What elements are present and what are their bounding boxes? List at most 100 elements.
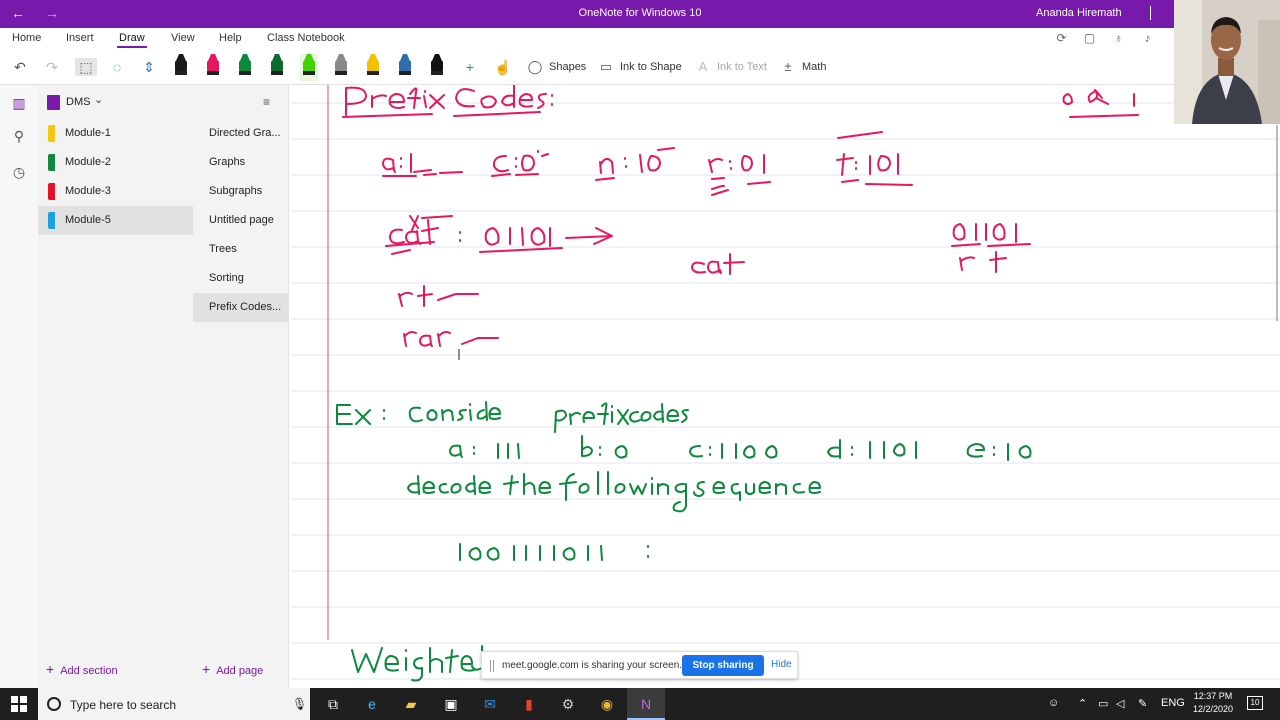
notification-count: 10 <box>1250 698 1260 707</box>
add-page-button[interactable]: + Add page <box>202 661 263 677</box>
sync-icon[interactable]: ⟳ <box>1055 32 1068 45</box>
page-label: Prefix Codes... <box>209 301 282 313</box>
ink-weighted <box>351 645 483 682</box>
chevron-down-icon[interactable]: ⌄ <box>94 93 103 106</box>
bell-icon[interactable]: ♪ <box>1141 32 1154 45</box>
section-item[interactable]: Module-5 <box>38 206 193 235</box>
tab-home[interactable]: Home <box>12 32 41 44</box>
ink-to-shape-button[interactable]: Ink to Shape <box>620 61 682 73</box>
taskbar-search-box[interactable]: Type here to search 🎙 <box>38 688 310 720</box>
page-item[interactable]: Trees <box>193 235 289 264</box>
sort-pages-icon[interactable]: ≡ <box>263 95 270 109</box>
settings-app-icon[interactable]: ⚙ <box>549 688 587 720</box>
battery-icon[interactable]: ▭ <box>1098 697 1108 710</box>
section-item[interactable]: Module-2 <box>38 148 193 177</box>
ink-code-n <box>599 147 675 174</box>
ink-rt <box>398 285 479 307</box>
windows-start-icon[interactable] <box>11 696 27 712</box>
gray-pen-icon[interactable] <box>332 54 350 81</box>
ink-decode <box>407 475 491 495</box>
ink-to-shape-icon[interactable]: ▭ <box>598 59 614 75</box>
notification-center-icon[interactable]: 10 <box>1247 696 1263 710</box>
ink-to-text-icon[interactable]: A <box>695 59 711 75</box>
math-button[interactable]: Math <box>802 61 826 73</box>
page-item[interactable]: Untitled page <box>193 206 289 235</box>
section-item[interactable]: Module-1 <box>38 119 193 148</box>
edge-icon[interactable]: e <box>353 688 391 720</box>
page-item[interactable]: Directed Gra... <box>193 119 289 148</box>
dark-green-pen-icon[interactable] <box>268 54 286 81</box>
onenote-taskbar-icon[interactable]: N <box>627 688 665 720</box>
mail-icon[interactable]: ✉ <box>471 688 509 720</box>
tab-insert[interactable]: Insert <box>66 32 94 44</box>
chrome-icon[interactable]: ◉ <box>588 688 626 720</box>
people-icon[interactable]: ☺ <box>1048 697 1059 709</box>
tab-view[interactable]: View <box>171 32 195 44</box>
shapes-button[interactable]: Shapes <box>549 61 586 73</box>
yellow-pen-icon[interactable] <box>364 54 382 81</box>
tab-help[interactable]: Help <box>219 32 242 44</box>
task-view-icon[interactable]: ⧉ <box>314 688 352 720</box>
blue-pen-icon[interactable] <box>396 54 414 81</box>
pink-ink <box>342 85 1139 347</box>
undo-icon[interactable]: ↶ <box>10 58 30 76</box>
notebook-icon[interactable]: ▢ <box>1083 32 1096 45</box>
onenote-window: ← → OneNote for Windows 10 Ananda Hirema… <box>0 0 1280 720</box>
notebooks-icon[interactable]: ▥ <box>9 93 29 113</box>
add-pen-icon[interactable]: + <box>460 58 480 76</box>
page-item[interactable]: Sorting <box>193 264 289 293</box>
section-item[interactable]: Module-3 <box>38 177 193 206</box>
ink-to-text-button[interactable]: Ink to Text <box>717 61 767 73</box>
page-item[interactable]: Graphs <box>193 148 289 177</box>
ink-sequence <box>693 481 821 501</box>
user-name[interactable]: Ananda Hiremath <box>1036 7 1122 19</box>
add-space-icon[interactable]: ⇕ <box>139 58 159 76</box>
office-icon[interactable]: ▮ <box>510 688 548 720</box>
stop-sharing-button[interactable]: Stop sharing <box>682 655 764 676</box>
pen-workspace-icon[interactable]: ✎ <box>1138 697 1147 710</box>
microphone-icon[interactable]: 🎙 <box>292 697 307 711</box>
ink-replay-icon[interactable]: ☝ <box>493 58 513 76</box>
tab-draw[interactable]: Draw <box>117 32 147 48</box>
tab-class-notebook[interactable]: Class Notebook <box>267 32 345 44</box>
language-indicator[interactable]: ENG <box>1161 697 1185 709</box>
ink-sequence-digits <box>459 543 603 561</box>
lightbulb-icon[interactable]: ♁ <box>1112 32 1125 45</box>
redo-icon[interactable]: ↷ <box>42 58 62 76</box>
clock-date: 12/2/2020 <box>1193 704 1234 714</box>
volume-icon[interactable]: ◁ <box>1116 697 1124 710</box>
eraser-icon[interactable]: ◌ <box>107 58 127 76</box>
shapes-icon[interactable]: ◯ <box>527 59 543 75</box>
recent-notes-icon[interactable]: ◷ <box>9 162 29 182</box>
drag-handle-icon[interactable] <box>490 660 494 672</box>
file-explorer-icon[interactable]: ▰ <box>392 688 430 720</box>
page-canvas[interactable] <box>290 85 1280 688</box>
vertical-scrollbar[interactable] <box>1276 125 1278 321</box>
cortana-icon <box>47 697 61 711</box>
search-icon[interactable]: ⚲ <box>9 126 29 146</box>
page-item[interactable]: Subgraphs <box>193 177 289 206</box>
pink-pen-icon[interactable] <box>204 54 222 81</box>
lime-highlighter-icon[interactable] <box>300 54 318 81</box>
page-label: Untitled page <box>209 214 274 226</box>
ink-d-1101 <box>827 439 917 459</box>
clock[interactable]: 12:37 PM 12/2/2020 <box>1193 690 1233 716</box>
hide-button[interactable]: Hide <box>771 659 792 670</box>
lasso-select-icon[interactable]: ⬚ <box>75 58 97 76</box>
green-pen-icon[interactable] <box>236 54 254 81</box>
notebook-name[interactable]: DMS <box>66 96 90 108</box>
section-color-tab <box>48 125 55 142</box>
math-icon[interactable]: ± <box>780 59 796 75</box>
ink-rar <box>403 331 499 347</box>
ribbon-tabs: Home Insert Draw View Help Class Noteboo… <box>0 28 1174 50</box>
add-section-button[interactable]: + Add section <box>46 661 118 677</box>
ink-arrow <box>565 227 613 245</box>
store-icon[interactable]: ▣ <box>432 688 470 720</box>
page-item[interactable]: Prefix Codes... <box>193 293 289 322</box>
ink-codes <box>629 403 689 423</box>
black-pen-icon[interactable] <box>172 54 190 81</box>
ink-c-1100 <box>689 443 778 459</box>
chevron-up-icon[interactable]: ⌃ <box>1078 697 1087 710</box>
ink-ex <box>336 404 385 425</box>
black-pen-2-icon[interactable] <box>428 54 446 81</box>
